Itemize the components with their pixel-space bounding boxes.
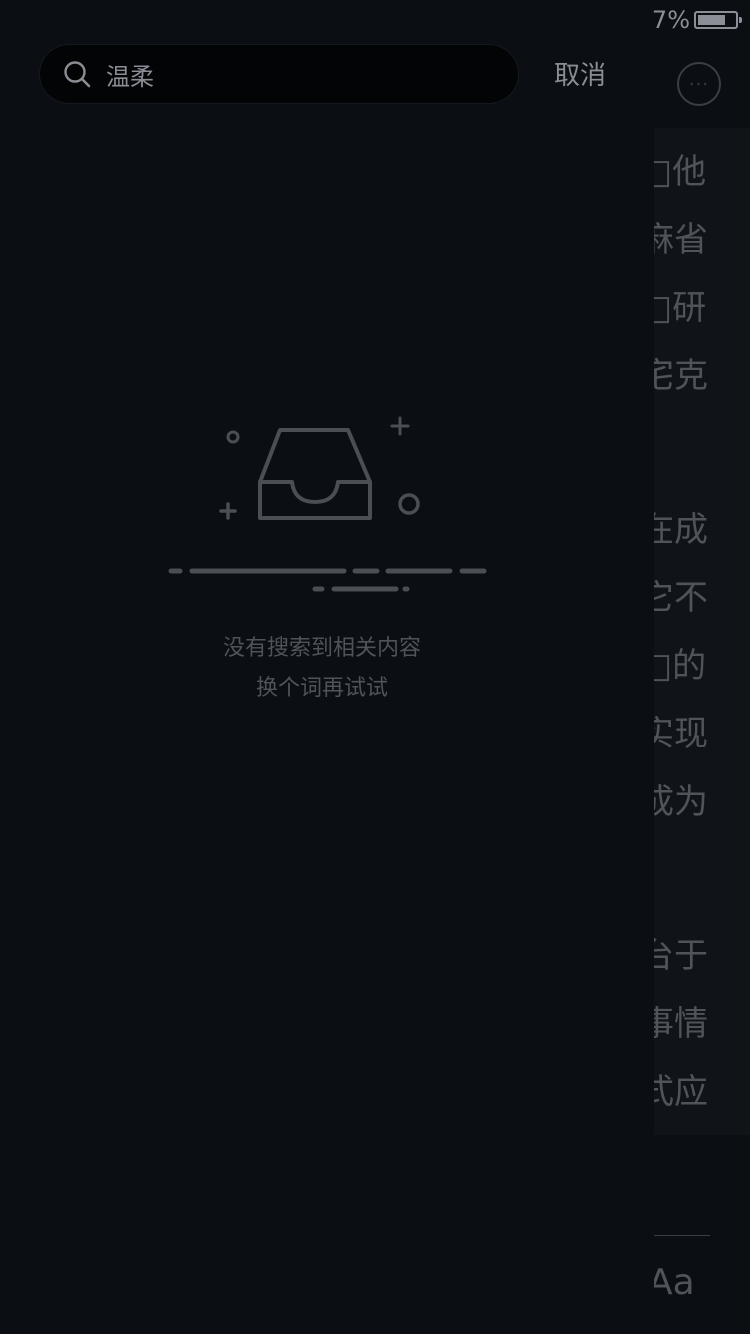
search-query: 温柔: [106, 62, 154, 91]
reader-text-line: 宅克: [640, 356, 708, 396]
reader-text-line: □他: [640, 152, 707, 192]
search-drawer: [0, 128, 654, 1334]
reader-text-line: 实现: [640, 714, 708, 754]
empty-state-subtitle: 换个词再试试: [255, 676, 388, 701]
battery-icon: [694, 11, 742, 29]
reader-text-line: 式应: [640, 1072, 708, 1112]
reader-text-line: 在成: [640, 510, 708, 550]
reader-text-line: 事情: [640, 1004, 708, 1044]
empty-inbox-icon: [168, 416, 487, 592]
reader-text-line: 成为: [640, 782, 708, 822]
search-icon: [64, 61, 91, 88]
font-size-button[interactable]: Aa: [648, 1262, 695, 1303]
more-options-icon[interactable]: ···: [677, 62, 721, 106]
reader-text-line: 它不: [640, 578, 708, 618]
reader-text-line: □研: [640, 288, 707, 328]
battery-percentage: 7%: [651, 6, 690, 34]
cancel-button[interactable]: 取消: [554, 55, 606, 92]
reader-text-line: 麻省: [640, 220, 708, 260]
reader-text-line: 台于: [640, 936, 708, 976]
battery-level: [698, 15, 725, 25]
empty-state-title: 没有搜索到相关内容: [222, 636, 421, 661]
search-input[interactable]: 温柔: [40, 45, 518, 103]
screen: 7% □他麻省 □研宅克在成它不 □的实现成为台于事情式应 ··· Aa 温柔 取消: [0, 0, 750, 1334]
reader-text-line: □的: [640, 646, 707, 686]
status-bar: 7%: [652, 0, 750, 40]
